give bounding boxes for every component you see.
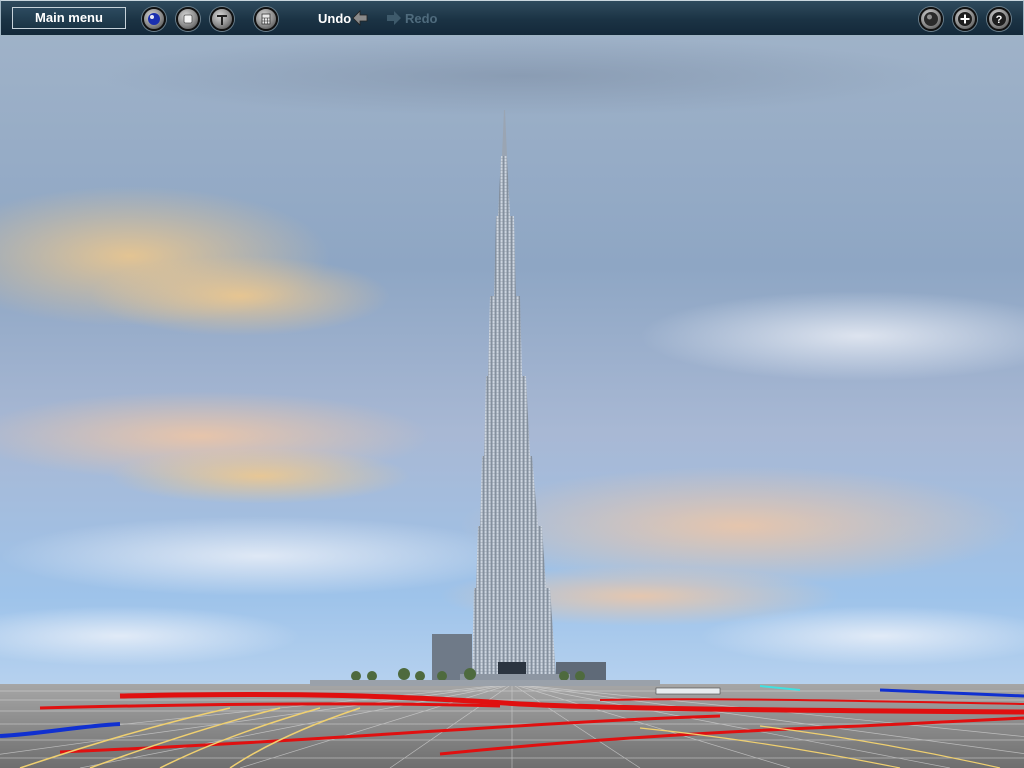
calculator-icon <box>261 13 271 25</box>
globe-icon <box>924 12 938 26</box>
help-icon: ? <box>992 12 1006 26</box>
calculator-button[interactable] <box>254 7 278 31</box>
stop-icon <box>183 14 193 24</box>
redo-arrow-icon[interactable] <box>386 10 402 26</box>
redo-button[interactable]: Redo <box>405 11 438 26</box>
sphere-button[interactable] <box>142 7 166 31</box>
sphere-icon <box>148 13 160 25</box>
svg-text:?: ? <box>996 14 1003 26</box>
3d-viewport[interactable] <box>0 36 1024 768</box>
tool-button[interactable] <box>210 7 234 31</box>
tool-icon <box>217 15 227 25</box>
globe-button[interactable] <box>919 7 943 31</box>
stop-button[interactable] <box>176 7 200 31</box>
help-button[interactable]: ? <box>987 7 1011 31</box>
main-menu-button[interactable]: Main menu <box>12 7 126 29</box>
undo-arrow-icon[interactable] <box>352 10 368 26</box>
undo-button[interactable]: Undo <box>318 11 351 26</box>
viewer-app: Main menu Undo Redo ? <box>0 0 1024 768</box>
top-toolbar: Main menu Undo Redo ? <box>0 0 1024 36</box>
plaza-base <box>310 680 660 686</box>
plus-icon <box>958 12 972 26</box>
add-button[interactable] <box>953 7 977 31</box>
train <box>655 687 721 695</box>
